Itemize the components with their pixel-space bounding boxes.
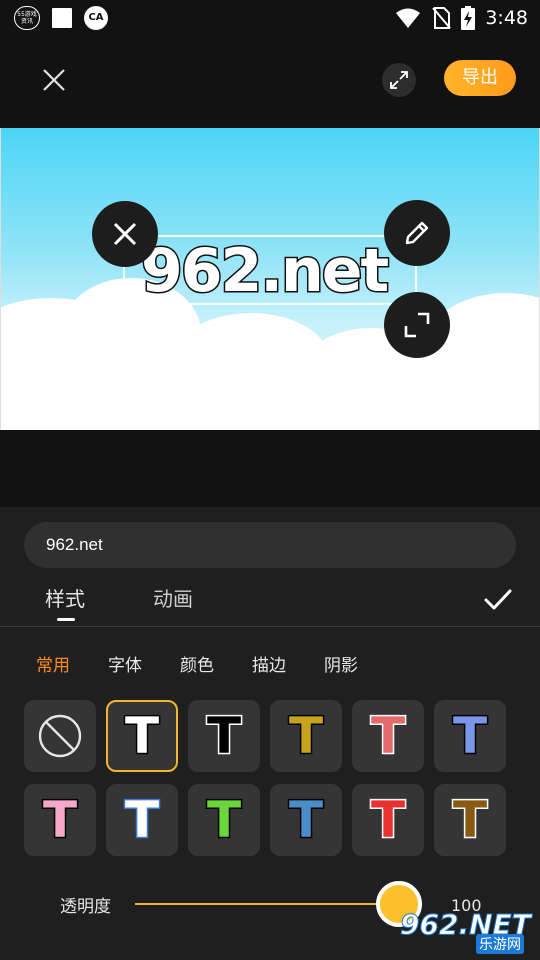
opacity-label: 透明度: [60, 897, 111, 917]
edit-icon: [405, 221, 429, 245]
resize-rotate-handle[interactable]: [384, 292, 450, 358]
active-tab-indicator: [57, 618, 75, 621]
text-style-preview-icon: T: [205, 791, 242, 849]
canvas-text-layer[interactable]: 962.net: [140, 235, 411, 308]
notification-square-icon: [52, 8, 72, 28]
resize-icon: [404, 312, 430, 338]
text-style-preview-icon: T: [287, 791, 324, 849]
status-bar: 55游戏 资讯 CA 3:48: [0, 0, 540, 36]
close-button[interactable]: [36, 62, 72, 98]
style-preset-none[interactable]: [24, 700, 96, 772]
subtab-shadow[interactable]: 阴影: [324, 651, 358, 676]
text-style-preview-icon: T: [123, 707, 160, 765]
subtab-stroke[interactable]: 描边: [252, 651, 286, 676]
status-bar-right: 3:48: [395, 4, 528, 32]
style-preset-tile[interactable]: T: [188, 700, 260, 772]
style-preset-tile[interactable]: T: [270, 784, 342, 856]
style-preset-tile[interactable]: T: [352, 784, 424, 856]
panel-tabs: 样式 动画: [0, 571, 540, 627]
text-content-input[interactable]: [24, 522, 516, 568]
text-style-preview-icon: T: [205, 707, 242, 765]
text-style-preview-icon: T: [41, 791, 78, 849]
watermark-sub-text: 乐游网: [476, 934, 524, 954]
style-preset-tile[interactable]: T: [270, 700, 342, 772]
fullscreen-button[interactable]: [382, 63, 416, 97]
close-icon: [43, 69, 65, 91]
clock-time: 3:48: [485, 7, 528, 29]
text-style-preview-icon: T: [369, 791, 406, 849]
style-preset-tile[interactable]: T: [188, 784, 260, 856]
style-preset-tile[interactable]: T: [352, 700, 424, 772]
subtab-common[interactable]: 常用: [36, 651, 70, 676]
app-notification-icon: 55游戏 资讯: [14, 6, 40, 30]
delete-icon: [113, 222, 137, 246]
wifi-icon: [396, 8, 421, 28]
expand-icon: [390, 71, 408, 89]
text-style-panel: 样式 动画 常用 字体 颜色 描边 阴影 TTTTTTTTTTT 透明度 100: [0, 507, 540, 960]
style-preset-tile[interactable]: T: [24, 784, 96, 856]
checkmark-icon: [484, 589, 512, 610]
style-preset-tile[interactable]: T: [434, 784, 506, 856]
no-sim-icon: [432, 7, 452, 29]
style-preset-tile[interactable]: T: [106, 784, 178, 856]
status-bar-left: 55游戏 资讯 CA: [14, 6, 108, 30]
tab-animation[interactable]: 动画: [153, 583, 193, 612]
tab-style[interactable]: 样式: [45, 583, 85, 612]
site-watermark-logo: 962.NET 乐游网: [400, 908, 536, 958]
delete-text-handle[interactable]: [92, 201, 158, 267]
style-preset-tile[interactable]: T: [434, 700, 506, 772]
edit-text-handle[interactable]: [384, 200, 450, 266]
text-style-preview-icon: T: [451, 707, 488, 765]
ca-app-icon: CA: [84, 6, 108, 30]
text-style-preview-icon: T: [369, 707, 406, 765]
editor-toolbar: 导出: [0, 36, 540, 126]
style-preset-tile[interactable]: T: [106, 700, 178, 772]
video-preview-canvas[interactable]: 962.net: [0, 128, 540, 430]
text-style-preview-icon: T: [451, 791, 488, 849]
subtab-color[interactable]: 颜色: [180, 651, 214, 676]
confirm-button[interactable]: [482, 585, 514, 615]
battery-charging-icon: [461, 6, 476, 30]
text-style-preview-icon: T: [123, 791, 160, 849]
no-style-icon: [38, 714, 82, 758]
export-button[interactable]: 导出: [444, 60, 516, 96]
style-subtabs: 常用 字体 颜色 描边 阴影: [0, 649, 540, 679]
subtab-font[interactable]: 字体: [108, 651, 142, 676]
opacity-slider-track[interactable]: [135, 903, 398, 905]
cloud-shape: [1, 358, 539, 430]
text-style-preview-icon: T: [287, 707, 324, 765]
